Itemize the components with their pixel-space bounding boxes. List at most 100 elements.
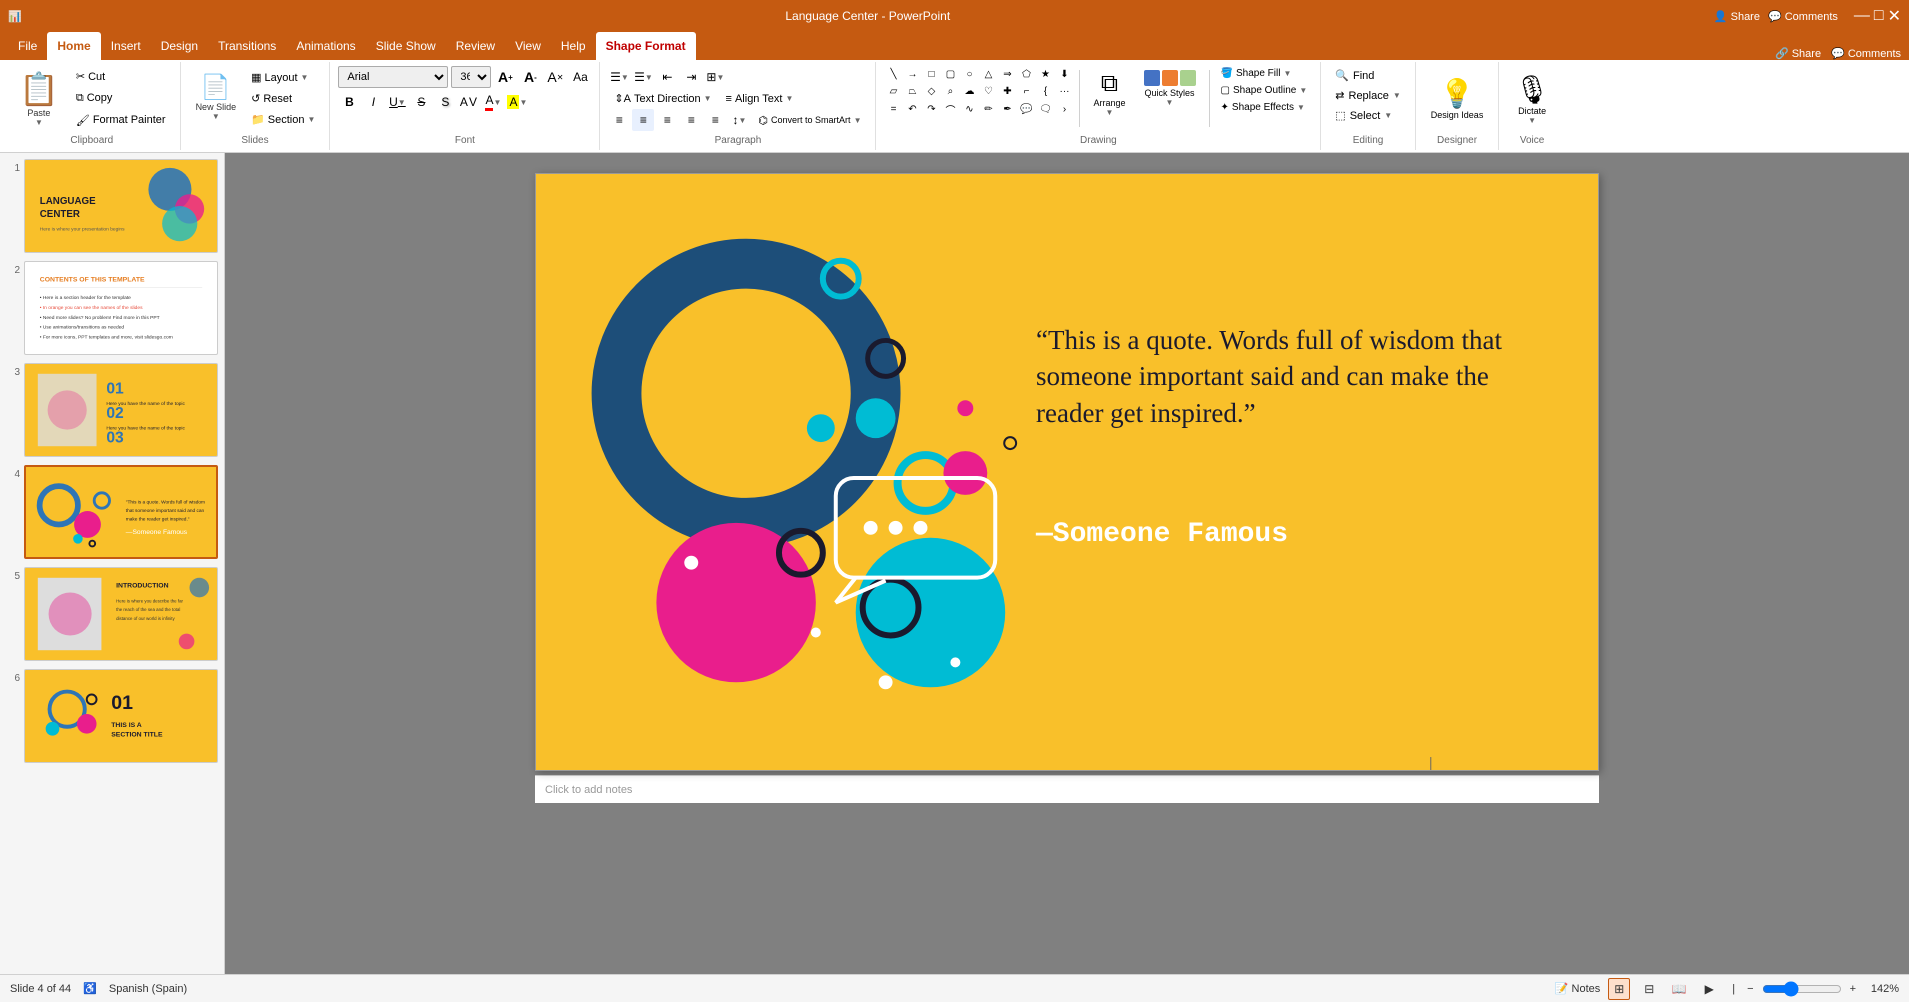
slide-sorter-button[interactable]: ⊟ (1638, 978, 1660, 1000)
change-case-button[interactable]: Aa (569, 66, 591, 88)
slide-canvas[interactable]: ⌖ “This is a quote. Words full of wisdom… (535, 173, 1599, 771)
minimize-button[interactable]: — (1854, 7, 1870, 25)
align-center-button[interactable]: ≡ (632, 109, 654, 131)
align-text-button[interactable]: ≡ Align Text ▼ (720, 89, 800, 108)
shape-right-arrow[interactable]: ⇒ (998, 66, 1016, 82)
presentation-view-button[interactable]: ▶ (1698, 978, 1720, 1000)
font-name-select[interactable]: Arial (338, 66, 448, 88)
slide-thumbnail-5[interactable]: 5 INTRODUCTION Here is where you describ… (4, 565, 220, 663)
tab-file[interactable]: File (8, 32, 47, 60)
tab-transitions[interactable]: Transitions (208, 32, 286, 60)
shape-scribble[interactable]: ✒ (998, 101, 1016, 117)
shape-heart[interactable]: ♡ (979, 83, 997, 99)
shape-oval[interactable]: ○ (960, 66, 978, 82)
distributed-button[interactable]: ≡ (704, 109, 726, 131)
justify-button[interactable]: ≡ (680, 109, 702, 131)
shape-wave[interactable]: ∿ (960, 101, 978, 117)
decrease-indent-button[interactable]: ⇤ (656, 66, 678, 88)
tab-shapeformat[interactable]: Shape Format (596, 32, 696, 60)
reading-view-button[interactable]: 📖 (1668, 978, 1690, 1000)
tab-slideshow[interactable]: Slide Show (366, 32, 446, 60)
zoom-out-button[interactable]: − (1747, 983, 1753, 995)
slide-img-5[interactable]: INTRODUCTION Here is where you describe … (24, 567, 218, 661)
shape-curved-arrow[interactable]: ↶ (903, 101, 921, 117)
shape-triangle[interactable]: △ (979, 66, 997, 82)
notes-button[interactable]: 📝 Notes (1555, 982, 1601, 995)
bold-button[interactable]: B (338, 91, 360, 113)
shape-pentagon[interactable]: ⬠ (1017, 66, 1035, 82)
shape-cloud[interactable]: ☁ (960, 83, 978, 99)
slide-thumbnail-6[interactable]: 6 01 THIS IS A SECTION TITLE (4, 667, 220, 765)
maximize-button[interactable]: □ (1874, 7, 1884, 25)
shape-callout2[interactable]: 🗨 (1036, 101, 1054, 117)
align-right-button[interactable]: ≡ (656, 109, 678, 131)
tab-view[interactable]: View (505, 32, 551, 60)
share-button[interactable]: 👤 Share (1714, 10, 1760, 23)
arrange-button[interactable]: ⧉ Arrange ▼ (1086, 66, 1132, 121)
shape-round-rect[interactable]: ▢ (941, 66, 959, 82)
zoom-in-button[interactable]: + (1850, 983, 1856, 995)
comments-button[interactable]: 💬 Comments (1768, 10, 1838, 23)
slide-img-4[interactable]: "This is a quote. Words full of wisdom t… (24, 465, 218, 559)
shape-arrow-line[interactable]: → (903, 66, 921, 82)
tab-insert[interactable]: Insert (101, 32, 151, 60)
slide-img-6[interactable]: 01 THIS IS A SECTION TITLE (24, 669, 218, 763)
shape-chevron[interactable]: › (1055, 101, 1073, 117)
close-button[interactable]: ✕ (1888, 6, 1901, 26)
shape-rect[interactable]: □ (922, 66, 940, 82)
shape-line[interactable]: ╲ (884, 66, 902, 82)
shape-outline-button[interactable]: ▢ Shape Outline ▼ (1216, 83, 1313, 98)
normal-view-button[interactable]: ⊞ (1608, 978, 1630, 1000)
shape-parallelogram[interactable]: ▱ (884, 83, 902, 99)
shadow-button[interactable]: S (434, 91, 456, 113)
text-direction-button[interactable]: ⇕A Text Direction ▼ (608, 89, 717, 108)
shape-cross[interactable]: ✚ (998, 83, 1016, 99)
share-link[interactable]: 🔗 Share (1775, 47, 1821, 60)
shape-arc[interactable]: ⌒ (941, 101, 959, 117)
shape-cylinder[interactable]: ⌕ (941, 83, 959, 99)
align-left-button[interactable]: ≡ (608, 109, 630, 131)
shape-eq[interactable]: = (884, 101, 902, 117)
shape-brace[interactable]: { (1036, 83, 1054, 99)
replace-button[interactable]: ⇄ Replace ▼ (1329, 86, 1407, 105)
shape-more[interactable]: ⬇ (1055, 66, 1073, 82)
accessibility-icon[interactable]: ♿ (83, 982, 97, 995)
slide-thumbnail-4[interactable]: 4 "This is a quote. Words full of wisdom… (4, 463, 220, 561)
numbering-button[interactable]: ☰ ▼ (632, 66, 654, 88)
line-spacing-button[interactable]: ↕ ▼ (728, 109, 750, 131)
tab-design[interactable]: Design (151, 32, 208, 60)
slide-thumbnail-2[interactable]: 2 CONTENTS OF THIS TEMPLATE • Here is a … (4, 259, 220, 357)
slide-img-3[interactable]: 01 Here you have the name of the topic 0… (24, 363, 218, 457)
underline-button[interactable]: U ▼ (386, 91, 408, 113)
zoom-level[interactable]: 142% (1864, 983, 1899, 995)
design-ideas-button[interactable]: 💡 Design Ideas (1424, 73, 1491, 124)
format-painter-button[interactable]: 🖌 Format Painter (70, 111, 172, 130)
slide-img-1[interactable]: LANGUAGE CENTER Here is where your prese… (24, 159, 218, 253)
layout-button[interactable]: ▦ Layout ▼ (245, 68, 321, 87)
shape-dots[interactable]: ··· (1055, 83, 1073, 99)
tab-animations[interactable]: Animations (286, 32, 365, 60)
italic-button[interactable]: I (362, 91, 384, 113)
tab-review[interactable]: Review (446, 32, 505, 60)
bullets-button[interactable]: ☰ ▼ (608, 66, 630, 88)
paste-button[interactable]: 📋 Paste ▼ (12, 66, 66, 131)
reset-button[interactable]: ↺ Reset (245, 89, 321, 108)
strikethrough-button[interactable]: S (410, 91, 432, 113)
new-slide-button[interactable]: 📄 New Slide ▼ (189, 72, 244, 125)
slide-thumbnail-3[interactable]: 3 01 Here you have the name of the topic… (4, 361, 220, 459)
zoom-slider[interactable] (1762, 981, 1842, 997)
quick-styles-button[interactable]: Quick Styles ▼ (1137, 66, 1203, 111)
shape-freeform[interactable]: ✏ (979, 101, 997, 117)
section-button[interactable]: 📁 Section ▼ (245, 110, 321, 129)
slide-img-2[interactable]: CONTENTS OF THIS TEMPLATE • Here is a se… (24, 261, 218, 355)
font-decrease-button[interactable]: A- (519, 66, 541, 88)
font-clear-button[interactable]: A✕ (544, 66, 566, 88)
comments-link[interactable]: 💬 Comments (1831, 47, 1901, 60)
increase-indent-button[interactable]: ⇥ (680, 66, 702, 88)
copy-button[interactable]: ⧉ Copy (70, 89, 172, 108)
shape-bracket[interactable]: ⌐ (1017, 83, 1035, 99)
slide-thumbnail-1[interactable]: 1 LANGUAGE CENTER Here is where your pre… (4, 157, 220, 255)
add-columns-button[interactable]: ⊞ ▼ (704, 66, 726, 88)
find-button[interactable]: 🔍 Find (1329, 66, 1380, 85)
shape-callout1[interactable]: 💬 (1017, 101, 1035, 117)
